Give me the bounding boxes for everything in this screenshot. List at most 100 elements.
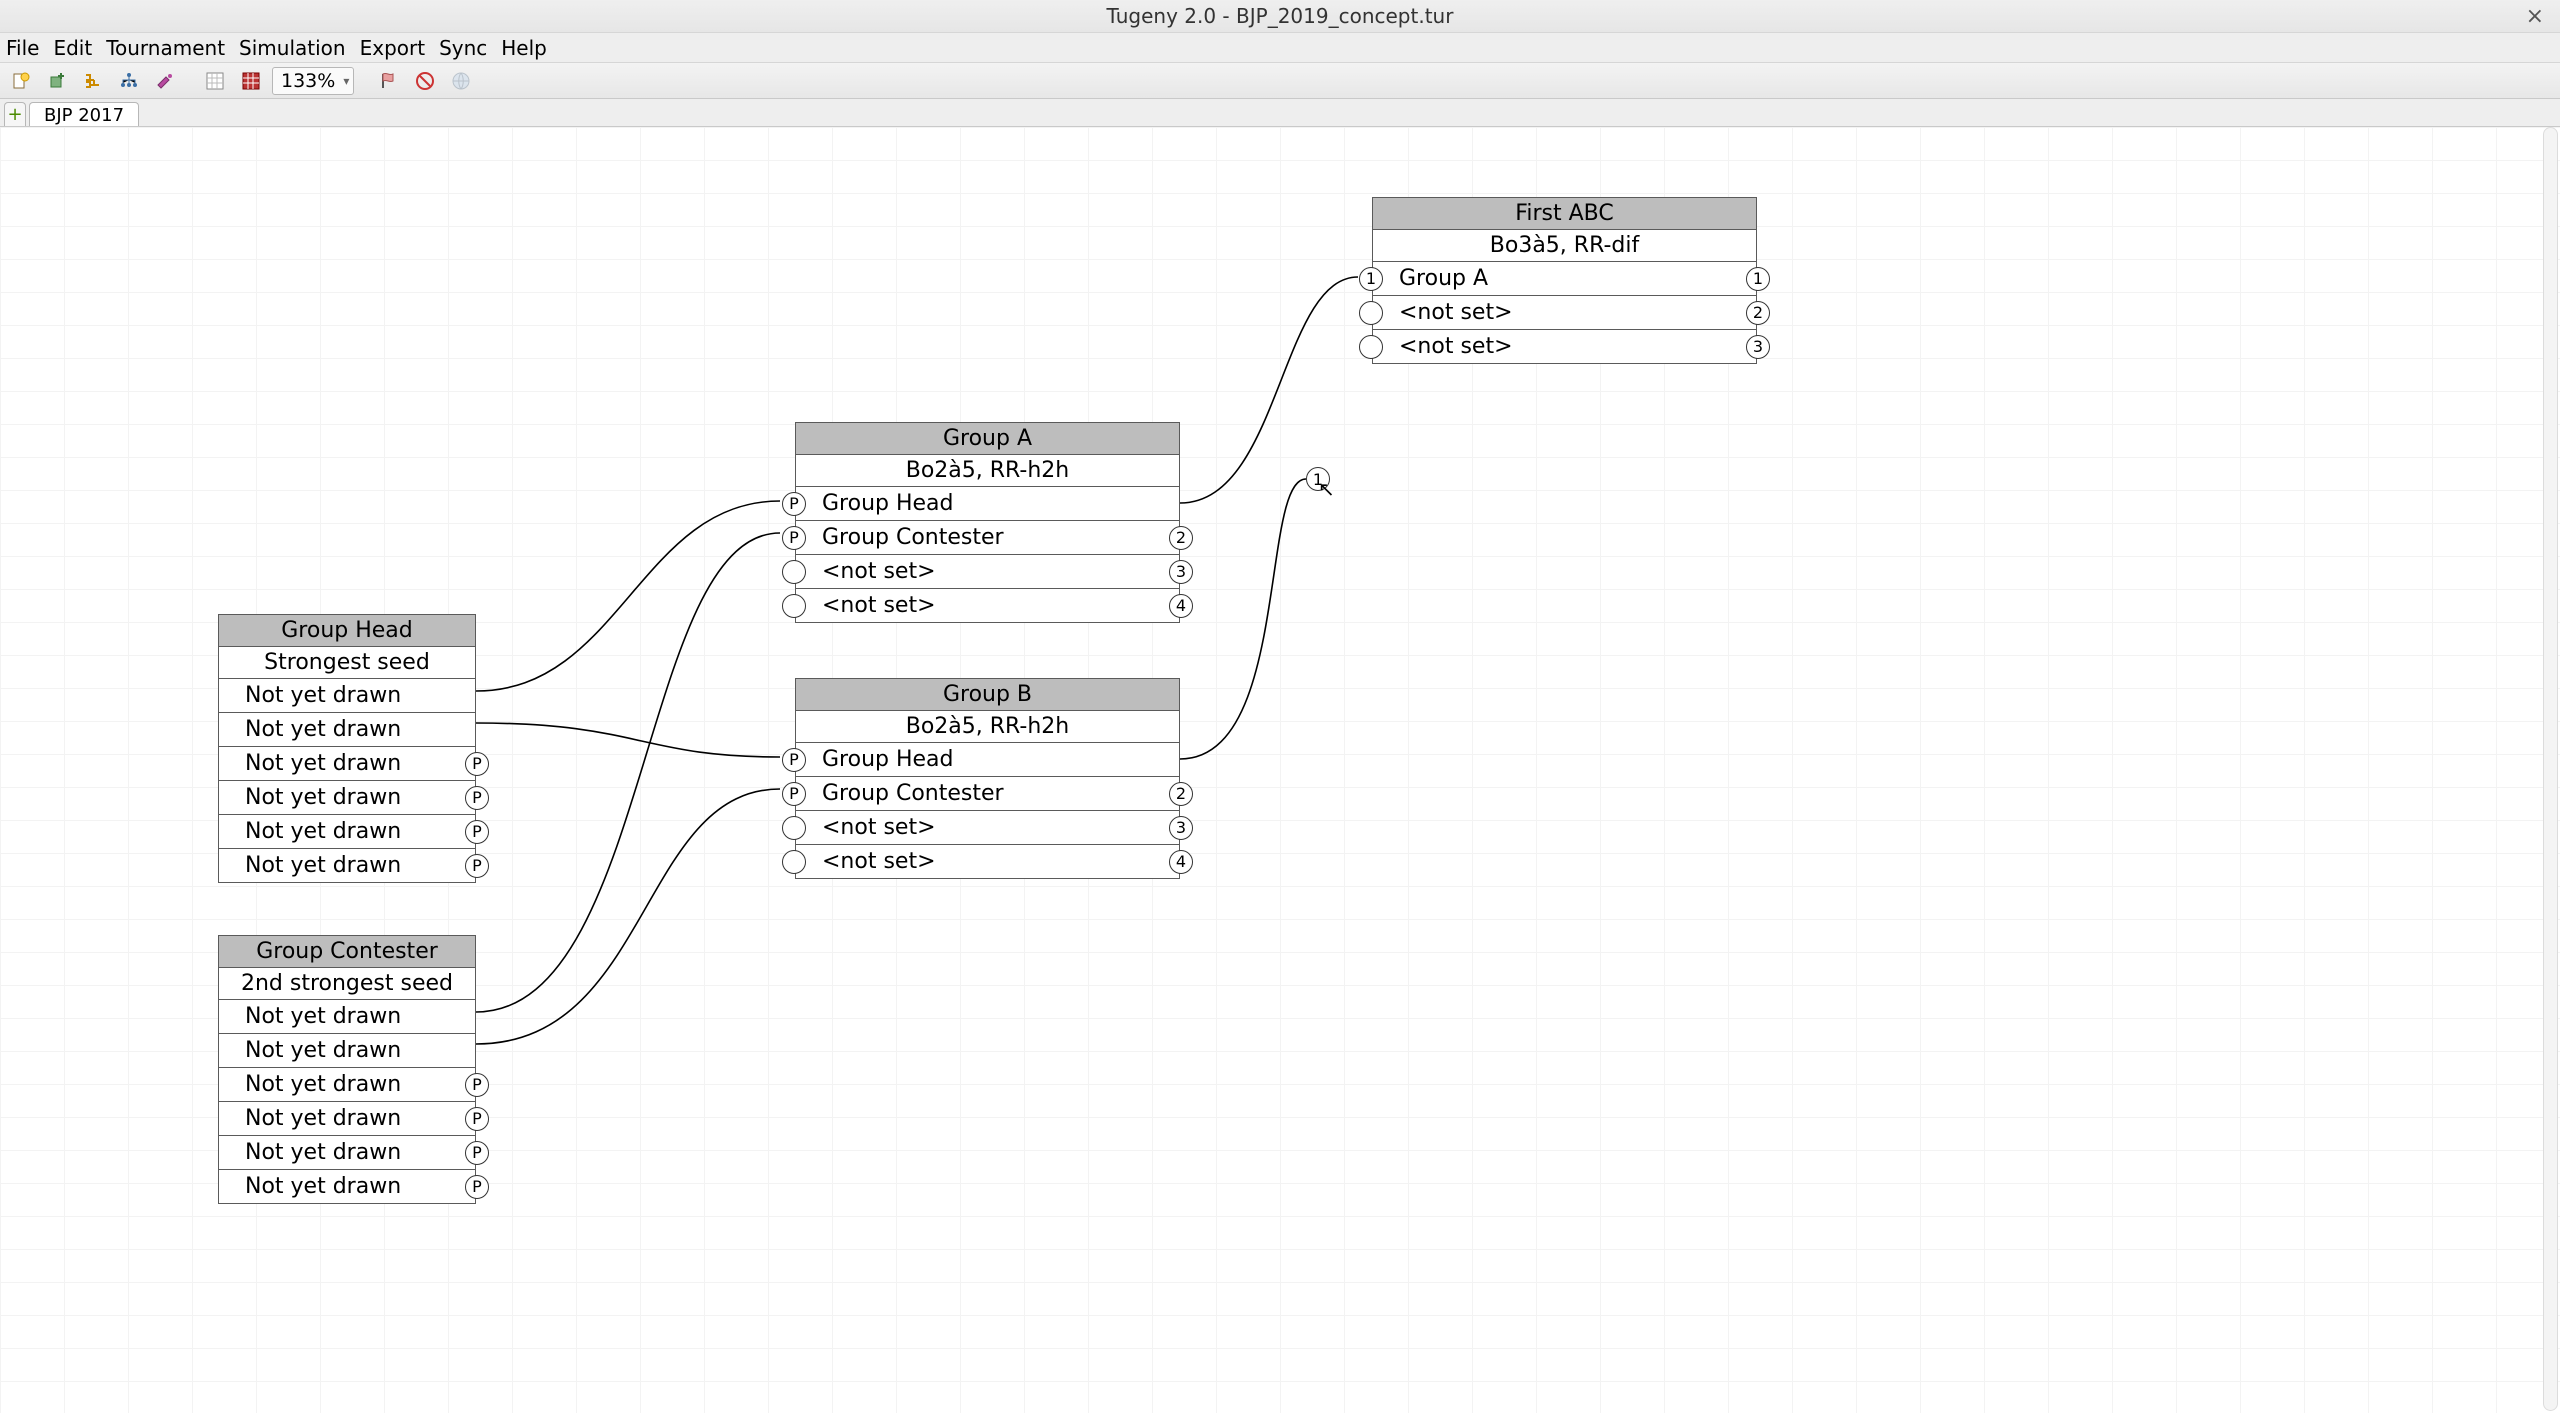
port-in-icon[interactable]: P	[782, 526, 806, 550]
port-out-icon[interactable]: 2	[1169, 782, 1193, 806]
cube-plus-icon	[47, 71, 67, 91]
port-out-icon[interactable]: 1	[1746, 267, 1770, 291]
node-group-b[interactable]: Group B Bo2à5, RR-h2h P Group Head P Gro…	[795, 678, 1180, 879]
toolbar-no-entry-button[interactable]	[410, 66, 440, 96]
node-row[interactable]: P Group Contester 2	[796, 521, 1179, 555]
node-row[interactable]: <not set> 3	[796, 555, 1179, 589]
node-row[interactable]: Not yet drawnP	[219, 1068, 475, 1102]
node-row[interactable]: <not set> 4	[796, 589, 1179, 622]
grid-light-icon	[205, 71, 225, 91]
port-out-icon[interactable]: 3	[1746, 335, 1770, 359]
node-group-head[interactable]: Group Head Strongest seed Not yet drawn …	[218, 614, 476, 883]
node-row[interactable]: <not set> 3	[796, 811, 1179, 845]
port-in-icon[interactable]: P	[782, 748, 806, 772]
port-in-icon[interactable]: P	[782, 492, 806, 516]
node-title: Group Head	[219, 615, 475, 647]
node-row[interactable]: P Group Head	[796, 487, 1179, 521]
port-out-icon[interactable]: P	[465, 786, 489, 810]
node-row[interactable]: Not yet drawnP	[219, 747, 475, 781]
node-row[interactable]: Not yet drawn	[219, 1000, 475, 1034]
port-out-icon[interactable]: P	[465, 820, 489, 844]
node-row[interactable]: Not yet drawnP	[219, 815, 475, 849]
vertical-scrollbar[interactable]	[2543, 127, 2558, 1411]
menu-edit[interactable]: Edit	[53, 36, 92, 60]
node-row[interactable]: <not set> 4	[796, 845, 1179, 878]
port-out-icon[interactable]: 3	[1169, 816, 1193, 840]
node-row[interactable]: Not yet drawnP	[219, 1170, 475, 1203]
toolbar-add-node-button[interactable]	[42, 66, 72, 96]
zoom-value: 133%	[281, 70, 335, 92]
port-in-empty-icon[interactable]	[782, 560, 806, 584]
node-title: Group B	[796, 679, 1179, 711]
node-subtitle: Bo2à5, RR-h2h	[796, 455, 1179, 487]
canvas-viewport[interactable]: Group Head Strongest seed Not yet drawn …	[0, 127, 2560, 1413]
menu-tournament[interactable]: Tournament	[106, 36, 225, 60]
diagram-canvas[interactable]: Group Head Strongest seed Not yet drawn …	[0, 127, 2560, 1413]
window-close-button[interactable]: ×	[2526, 4, 2544, 29]
grid-dark-icon	[241, 71, 261, 91]
bracket-icon	[83, 71, 103, 91]
toolbar-bracket-button[interactable]	[78, 66, 108, 96]
port-in-empty-icon[interactable]	[1359, 335, 1383, 359]
node-row[interactable]: P Group Contester 2	[796, 777, 1179, 811]
node-row[interactable]: Not yet drawnP	[219, 1102, 475, 1136]
node-row[interactable]: <not set> 2	[1373, 296, 1756, 330]
toolbar: 133% ▾	[0, 63, 2560, 99]
tab-bjp-2017[interactable]: BJP 2017	[29, 102, 139, 126]
port-in-empty-icon[interactable]	[782, 594, 806, 618]
floating-port-icon[interactable]: 1	[1306, 467, 1330, 491]
toolbar-new-button[interactable]	[6, 66, 36, 96]
port-out-icon[interactable]: P	[465, 854, 489, 878]
node-row[interactable]: Not yet drawnP	[219, 849, 475, 882]
globe-icon	[451, 71, 471, 91]
port-out-icon[interactable]: 4	[1169, 850, 1193, 874]
port-out-icon[interactable]: P	[465, 1141, 489, 1165]
no-entry-icon	[415, 71, 435, 91]
menu-help[interactable]: Help	[501, 36, 547, 60]
node-group-contester[interactable]: Group Contester 2nd strongest seed Not y…	[218, 935, 476, 1204]
node-row[interactable]: 1 Group A 1	[1373, 262, 1756, 296]
node-row[interactable]: Not yet drawnP	[219, 1136, 475, 1170]
port-out-icon[interactable]: 2	[1169, 526, 1193, 550]
node-subtitle: Bo2à5, RR-h2h	[796, 711, 1179, 743]
port-out-icon[interactable]: 2	[1746, 301, 1770, 325]
menu-simulation[interactable]: Simulation	[239, 36, 346, 60]
flag-icon	[379, 71, 399, 91]
port-out-icon[interactable]: 3	[1169, 560, 1193, 584]
node-row[interactable]: Not yet drawn	[219, 1034, 475, 1068]
port-out-icon[interactable]: 4	[1169, 594, 1193, 618]
node-row[interactable]: Not yet drawn	[219, 713, 475, 747]
toolbar-paint-button[interactable]	[150, 66, 180, 96]
node-row[interactable]: <not set> 3	[1373, 330, 1756, 363]
menu-sync[interactable]: Sync	[439, 36, 487, 60]
port-out-icon[interactable]: P	[465, 1073, 489, 1097]
port-in-icon[interactable]: P	[782, 782, 806, 806]
port-in-empty-icon[interactable]	[782, 816, 806, 840]
toolbar-tree-button[interactable]	[114, 66, 144, 96]
caret-down-icon: ▾	[343, 74, 349, 88]
menu-file[interactable]: File	[6, 36, 39, 60]
zoom-select[interactable]: 133% ▾	[272, 67, 354, 95]
menu-export[interactable]: Export	[360, 36, 425, 60]
port-in-empty-icon[interactable]	[1359, 301, 1383, 325]
node-row[interactable]: Not yet drawnP	[219, 781, 475, 815]
toolbar-grid-dark-button[interactable]	[236, 66, 266, 96]
toolbar-grid-light-button[interactable]	[200, 66, 230, 96]
node-subtitle: 2nd strongest seed	[219, 968, 475, 1000]
port-out-icon[interactable]: P	[465, 1107, 489, 1131]
node-group-a[interactable]: Group A Bo2à5, RR-h2h P Group Head P Gro…	[795, 422, 1180, 623]
node-first-abc[interactable]: First ABC Bo3à5, RR-dif 1 Group A 1 <not…	[1372, 197, 1757, 364]
node-row[interactable]: P Group Head	[796, 743, 1179, 777]
port-in-empty-icon[interactable]	[782, 850, 806, 874]
toolbar-flag-button[interactable]	[374, 66, 404, 96]
window-titlebar: Tugeny 2.0 - BJP_2019_concept.tur ×	[0, 0, 2560, 33]
port-out-icon[interactable]: P	[465, 752, 489, 776]
node-row[interactable]: Not yet drawn	[219, 679, 475, 713]
toolbar-globe-button[interactable]	[446, 66, 476, 96]
tree-icon	[119, 71, 139, 91]
node-subtitle: Strongest seed	[219, 647, 475, 679]
port-out-icon[interactable]: P	[465, 1175, 489, 1199]
tab-add-button[interactable]: +	[4, 102, 26, 126]
port-in-icon[interactable]: 1	[1359, 267, 1383, 291]
node-title: Group A	[796, 423, 1179, 455]
